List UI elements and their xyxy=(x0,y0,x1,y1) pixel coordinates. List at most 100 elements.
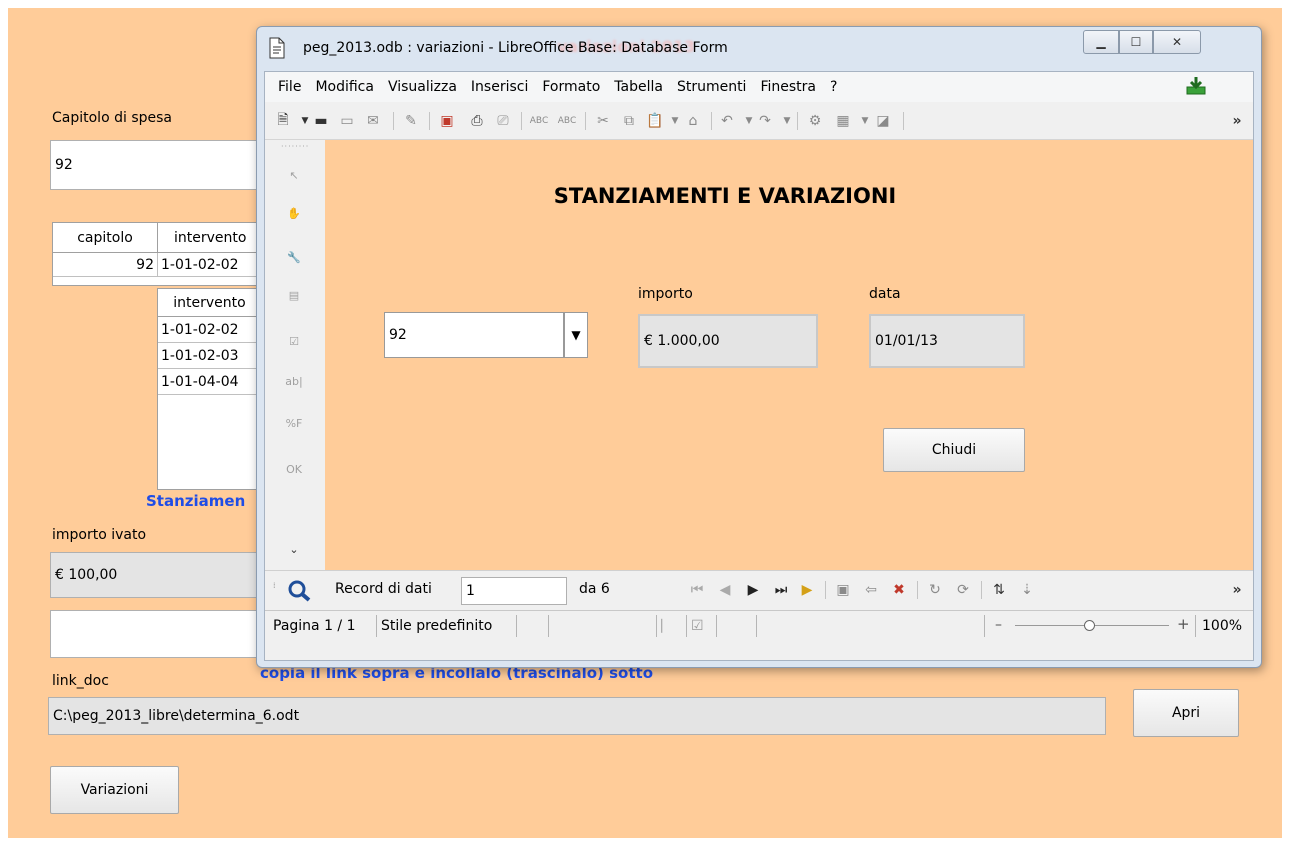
navbar-overflow-icon[interactable]: » xyxy=(1227,580,1247,600)
minimize-button[interactable]: ▁ xyxy=(1083,30,1119,54)
menu-visualizza[interactable]: Visualizza xyxy=(388,79,457,95)
export-pdf-icon[interactable]: ▣ xyxy=(437,111,457,131)
paste-dropdown-icon[interactable]: ▼ xyxy=(665,111,685,131)
form-window[interactable]: variazioni 2013 peg_2013.odb : variazion… xyxy=(256,26,1262,668)
toolbar-separator xyxy=(903,112,904,130)
grid-cell-intervento[interactable]: 1-01-02-02 xyxy=(158,253,261,277)
save-icon[interactable]: ▭ xyxy=(337,111,357,131)
zoom-out-icon[interactable]: – xyxy=(995,617,1002,633)
control-properties-icon[interactable]: 🔧 xyxy=(283,246,305,268)
title-bar[interactable]: variazioni 2013 peg_2013.odb : variazion… xyxy=(257,27,1261,71)
email-icon[interactable]: ✉ xyxy=(363,111,383,131)
document-modified-icon[interactable]: ☑ xyxy=(687,615,717,637)
first-record-icon[interactable]: ⏮ xyxy=(687,580,707,600)
spellcheck-icon[interactable]: ABC xyxy=(529,111,549,131)
importo-field[interactable]: € 1.000,00 xyxy=(638,314,818,368)
list-item[interactable]: 1-01-02-02 xyxy=(158,317,261,343)
table-dropdown-icon[interactable]: ▼ xyxy=(855,111,875,131)
insert-image-icon[interactable]: ◪ xyxy=(873,111,893,131)
link-doc-field[interactable]: C:\peg_2013_libre\determina_6.odt xyxy=(48,697,1106,735)
toolbar-more-icon[interactable]: ⌄ xyxy=(283,538,305,560)
update-icon[interactable] xyxy=(1185,76,1207,96)
redo-dropdown-icon[interactable]: ▼ xyxy=(777,111,797,131)
undo-record-icon[interactable]: ⇦ xyxy=(861,580,881,600)
edit-icon[interactable]: ✎ xyxy=(401,111,421,131)
copy-icon[interactable]: ⧉ xyxy=(619,111,639,131)
push-button-icon[interactable]: OK xyxy=(283,458,305,480)
refresh-icon[interactable]: ↻ xyxy=(925,580,945,600)
toolbar-overflow-icon[interactable]: » xyxy=(1227,111,1247,131)
paste-icon[interactable]: 📋 xyxy=(645,111,665,131)
window-client: File Modifica Visualizza Inserisci Forma… xyxy=(264,71,1254,661)
zoom-in-icon[interactable]: + xyxy=(1177,615,1190,633)
capitolo-grid[interactable]: capitolo intervento 92 1-01-02-02 xyxy=(52,222,262,286)
search-icon[interactable] xyxy=(287,579,313,603)
grid-header-capitolo[interactable]: capitolo xyxy=(53,223,158,253)
menu-modifica[interactable]: Modifica xyxy=(315,79,374,95)
close-window-button[interactable]: ✕ xyxy=(1153,30,1201,54)
menu-formato[interactable]: Formato xyxy=(542,79,600,95)
print-preview-icon[interactable]: ⎚ xyxy=(493,111,513,131)
form-properties-icon[interactable]: ▤ xyxy=(283,284,305,306)
toolbar-separator xyxy=(429,112,430,130)
chevron-down-icon[interactable]: ▼ xyxy=(564,312,588,358)
menu-finestra[interactable]: Finestra xyxy=(760,79,816,95)
next-record-icon[interactable]: ▶ xyxy=(743,580,763,600)
redo-icon[interactable]: ↷ xyxy=(755,111,775,131)
previous-record-icon[interactable]: ◀ xyxy=(715,580,735,600)
design-mode-icon[interactable]: ✋ xyxy=(283,202,305,224)
data-field[interactable]: 01/01/13 xyxy=(869,314,1025,368)
grid-header-intervento[interactable]: intervento xyxy=(158,223,261,253)
select-icon[interactable]: ↖ xyxy=(283,164,305,186)
print-icon[interactable]: ⎙ xyxy=(467,111,487,131)
menu-tabella[interactable]: Tabella xyxy=(614,79,663,95)
intervento-list[interactable]: intervento 1-01-02-02 1-01-02-03 1-01-04… xyxy=(157,288,262,490)
capitolo-combo[interactable]: 92 xyxy=(384,312,564,358)
variazioni-button[interactable]: Variazioni xyxy=(50,766,179,814)
table-icon[interactable]: ▦ xyxy=(833,111,853,131)
autospell-icon[interactable]: ABC xyxy=(557,111,577,131)
check-box-icon[interactable]: ☑ xyxy=(283,330,305,352)
text-box-icon[interactable]: ab| xyxy=(283,370,305,392)
cut-icon[interactable]: ✂ xyxy=(593,111,613,131)
capitolo-field[interactable]: 92 xyxy=(50,140,262,190)
stanziamenti-caption: Stanziamen xyxy=(146,492,246,510)
menu-strumenti[interactable]: Strumenti xyxy=(677,79,747,95)
formatted-field-icon[interactable]: %F xyxy=(283,412,305,434)
chiudi-button[interactable]: Chiudi xyxy=(883,428,1025,472)
status-page[interactable]: Pagina 1 / 1 xyxy=(269,615,377,637)
navigator-icon[interactable]: ⚙ xyxy=(805,111,825,131)
menu-inserisci[interactable]: Inserisci xyxy=(471,79,528,95)
clone-format-icon[interactable]: ⌂ xyxy=(683,111,703,131)
zoom-level[interactable]: 100% xyxy=(1195,615,1242,637)
insert-mode-icon[interactable]: ⎸ xyxy=(657,615,687,637)
menu-file[interactable]: File xyxy=(278,79,301,95)
apri-button[interactable]: Apri xyxy=(1133,689,1239,737)
refresh-control-icon[interactable]: ⟳ xyxy=(953,580,973,600)
list-item[interactable]: 1-01-04-04 xyxy=(158,369,261,395)
save-record-icon[interactable]: ▣ xyxy=(833,580,853,600)
delete-record-icon[interactable]: ✖ xyxy=(889,580,909,600)
zoom-slider-thumb[interactable] xyxy=(1084,620,1095,631)
new-document-icon[interactable]: 🗎 xyxy=(273,111,293,131)
empty-field[interactable] xyxy=(50,610,262,658)
toolbar-grip: ⁞ xyxy=(273,581,276,590)
toolbar-separator xyxy=(711,112,712,130)
record-number-input[interactable]: 1 xyxy=(461,577,567,605)
sort-icon[interactable]: ⇅ xyxy=(989,580,1009,600)
status-language[interactable] xyxy=(517,615,549,637)
menu-help[interactable]: ? xyxy=(830,79,837,95)
list-item[interactable]: 1-01-02-03 xyxy=(158,343,261,369)
maximize-button[interactable]: ☐ xyxy=(1119,30,1153,54)
status-page-style[interactable]: Stile predefinito xyxy=(377,615,517,637)
undo-icon[interactable]: ↶ xyxy=(717,111,737,131)
importo-ivato-field[interactable]: € 100,00 xyxy=(50,552,262,598)
intervento-list-header[interactable]: intervento xyxy=(158,289,261,317)
sort-descending-icon[interactable]: ⇣ xyxy=(1017,580,1037,600)
last-record-icon[interactable]: ⏭ xyxy=(771,580,791,600)
form-controls-toolbar: ········ ↖ ✋ 🔧 ▤ ☑ ab| %F OK ⌄ xyxy=(265,140,323,570)
new-record-icon[interactable]: ▶ xyxy=(797,580,817,600)
toolbar-separator xyxy=(521,112,522,130)
open-icon[interactable]: ▬ xyxy=(311,111,331,131)
grid-cell-capitolo[interactable]: 92 xyxy=(53,253,158,277)
